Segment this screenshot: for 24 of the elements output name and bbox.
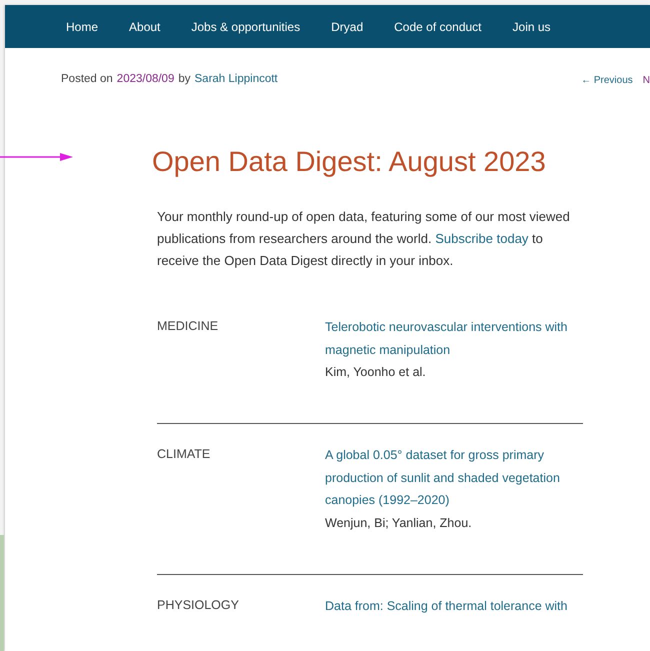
nav-link[interactable]: About (129, 20, 160, 34)
category-label: MEDICINE (157, 318, 220, 335)
author-link[interactable]: Sarah Lippincott (194, 73, 278, 93)
nav-link[interactable]: Home (66, 20, 98, 34)
category-label: CLIMATE (157, 446, 212, 463)
nav-link[interactable]: Code of conduct (394, 20, 482, 34)
arrow-icon (0, 152, 73, 162)
next-link[interactable]: N (642, 75, 650, 93)
nav-link[interactable]: Jobs & opportunities (191, 20, 300, 34)
posted-on-label: Posted on (61, 73, 113, 87)
by-label: by (178, 73, 191, 87)
post-date-link[interactable]: 2023/08/09 (116, 73, 174, 93)
previous-link[interactable]: ← Previous (581, 75, 633, 93)
category-label: PHYSIOLOGY (157, 596, 240, 614)
dataset-link[interactable]: Data from: Scaling of thermal tolerance with (325, 594, 583, 617)
nav-link[interactable]: Join us (512, 20, 551, 34)
dataset-link[interactable]: A global 0.05° dataset for gross primary production of sunlit and shaded vegetation canopies (1992–2020) (325, 444, 583, 512)
authors-text: Wenjun, Bi; Yanlian, Zhou. (325, 514, 473, 532)
article-title: Open Data Digest: August 2023 (152, 146, 546, 178)
authors-text: Kim, Yoonho et al. (325, 364, 427, 381)
dataset-link[interactable]: Telerobotic neurovascular interventions with magnetic manipulation (325, 316, 583, 361)
intro-paragraph: Your monthly round-up of open data, featuring some of our most viewed publications from researchers around the world. Subscribe today to receive the Open Data Digest directly in your inbox. (157, 208, 571, 270)
subscribe-link[interactable]: Subscribe today (435, 231, 528, 246)
nav-link[interactable]: Dryad (331, 20, 364, 34)
